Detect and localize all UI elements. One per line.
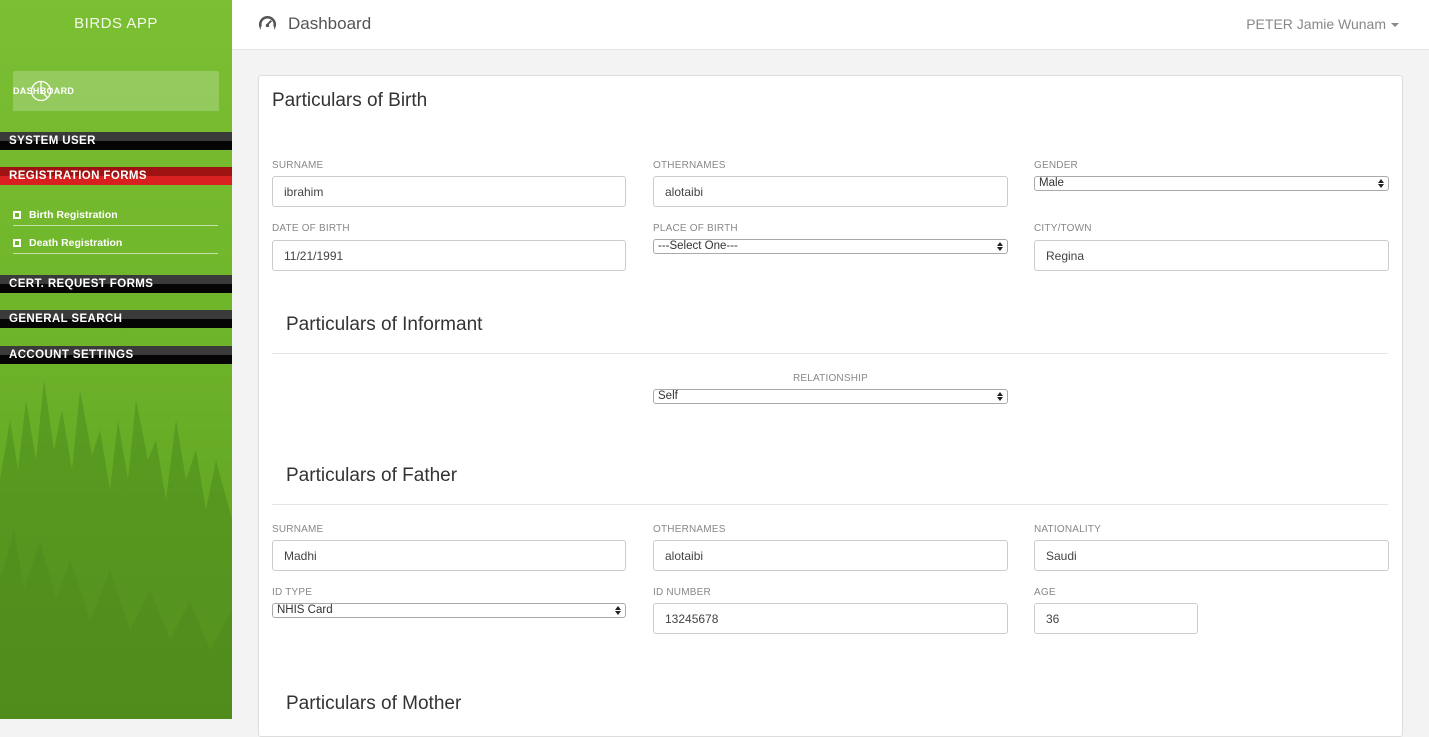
sidebar-item-label: Death Registration — [29, 237, 123, 249]
sidebar-item-birth-registration[interactable]: Birth Registration — [13, 205, 218, 226]
sidebar-item-label: Birth Registration — [29, 209, 118, 221]
select-arrows-icon — [997, 241, 1003, 252]
page-title: Dashboard — [288, 14, 372, 33]
section-heading-mother: Particulars of Mother — [286, 693, 462, 714]
id-type-value: NHIS Card — [277, 604, 333, 616]
gender-select[interactable]: Male — [1034, 176, 1389, 191]
birth-othernames-label: OTHERNAMES — [653, 160, 726, 171]
sidebar-section-general-search[interactable]: GENERAL SEARCH — [0, 310, 232, 328]
relationship-select[interactable]: Self — [653, 389, 1008, 404]
id-number-label: ID NUMBER — [653, 587, 711, 598]
content-panel — [258, 75, 1403, 737]
nationality-input[interactable] — [1034, 540, 1389, 571]
dob-input[interactable] — [272, 240, 626, 271]
divider — [272, 353, 1388, 354]
user-menu[interactable]: PETER Jamie Wunam — [1246, 16, 1399, 32]
sidebar-section-system-user[interactable]: SYSTEM USER — [0, 132, 232, 150]
place-of-birth-value: ---Select One--- — [658, 240, 738, 252]
gender-label: GENDER — [1034, 160, 1078, 171]
forest-background-image — [0, 380, 232, 719]
sidebar-section-account-settings[interactable]: ACCOUNT SETTINGS — [0, 346, 232, 364]
sidebar-item-dashboard[interactable]: DASHBOARD — [13, 71, 219, 111]
father-surname-label: SURNAME — [272, 524, 324, 535]
birth-othernames-input[interactable] — [653, 176, 1008, 207]
sidebar-section-registration-forms[interactable]: REGISTRATION FORMS — [0, 167, 232, 185]
relationship-label: RELATIONSHIP — [792, 373, 868, 384]
caret-down-icon — [1391, 23, 1399, 28]
sidebar: BIRDS APP DASHBOARD SYSTEM USER REGISTRA… — [0, 0, 232, 719]
nationality-label: NATIONALITY — [1034, 524, 1102, 535]
section-heading-father: Particulars of Father — [286, 465, 458, 486]
square-icon — [13, 211, 21, 219]
age-input[interactable] — [1034, 603, 1198, 634]
select-arrows-icon — [615, 605, 621, 616]
id-type-label: ID TYPE — [272, 587, 313, 598]
birth-surname-input[interactable] — [272, 176, 626, 207]
father-othernames-input[interactable] — [653, 540, 1008, 571]
place-of-birth-label: PLACE OF BIRTH — [653, 223, 738, 234]
father-surname-input[interactable] — [272, 540, 626, 571]
relationship-value: Self — [658, 390, 678, 402]
section-heading-informant: Particulars of Informant — [286, 314, 483, 335]
birth-surname-label: SURNAME — [272, 160, 324, 171]
father-othernames-label: OTHERNAMES — [653, 524, 726, 535]
section-heading-birth: Particulars of Birth — [272, 90, 428, 111]
sidebar-item-label: DASHBOARD — [13, 86, 75, 96]
user-name: PETER Jamie Wunam — [1246, 16, 1386, 32]
select-arrows-icon — [1378, 178, 1384, 189]
square-icon — [13, 239, 21, 247]
top-bar: Dashboard PETER Jamie Wunam — [232, 0, 1429, 50]
city-label: CITY/TOWN — [1034, 223, 1092, 234]
sidebar-item-death-registration[interactable]: Death Registration — [13, 233, 218, 254]
id-type-select[interactable]: NHIS Card — [272, 603, 626, 618]
dob-label: DATE OF BIRTH — [272, 223, 350, 234]
divider — [272, 504, 1388, 505]
id-number-input[interactable] — [653, 603, 1008, 634]
select-arrows-icon — [997, 391, 1003, 402]
city-input[interactable] — [1034, 240, 1389, 271]
gauge-icon — [258, 15, 277, 34]
app-brand: BIRDS APP — [74, 15, 158, 32]
sidebar-section-cert-request-forms[interactable]: CERT. REQUEST FORMS — [0, 275, 232, 293]
place-of-birth-select[interactable]: ---Select One--- — [653, 239, 1008, 254]
age-label: AGE — [1034, 587, 1056, 598]
gender-value: Male — [1039, 177, 1064, 189]
